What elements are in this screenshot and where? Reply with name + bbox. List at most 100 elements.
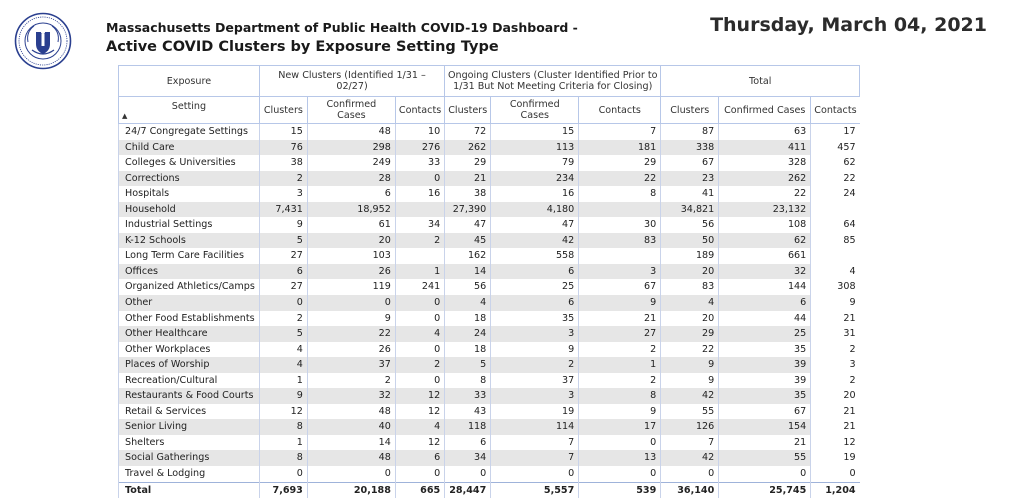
cell-ongoing-clusters: 118	[444, 419, 492, 435]
table-row: Other Food Establishments 2 9 0 18 35 21 20 44 21	[118, 310, 860, 327]
cell-total-contacts: 17	[843, 126, 856, 137]
cell-total-contacts: 9	[849, 297, 856, 309]
setting-cell: Recreation/Cultural	[118, 372, 260, 389]
column-header-total-clusters[interactable]: Clusters	[660, 96, 720, 124]
header-exposure: Exposure	[118, 65, 260, 97]
cell-ongoing-contacts: 7	[578, 123, 662, 140]
cell-ongoing-clusters: 5	[444, 357, 492, 373]
column-header-ongoing-clusters[interactable]: Clusters	[444, 96, 492, 124]
cell-ongoing-contacts: 83	[578, 232, 662, 249]
setting-cell: Other Food Establishments	[118, 310, 260, 327]
cell-new-confirmed-cases: 249	[306, 155, 396, 171]
cell-total-contacts: 3	[849, 359, 856, 371]
column-header-setting[interactable]: Setting ▲	[118, 96, 260, 124]
cell-new-clusters: 12	[258, 403, 308, 420]
column-header-new-clusters[interactable]: Clusters	[258, 96, 308, 124]
cell-total-confirmed-cases: 44	[718, 310, 812, 327]
sort-ascending-icon[interactable]: ▲	[122, 112, 256, 120]
cell-total-confirmed-cases: 262	[718, 170, 812, 187]
table-row: Shelters 1 14 12 6 7 0 7 21 12	[118, 434, 860, 451]
column-header-label: Contacts	[814, 104, 857, 116]
column-header-new-contacts[interactable]: Contacts	[394, 96, 446, 124]
cell-total-confirmed-cases: 22	[718, 186, 812, 202]
cell-total-contacts: 31	[843, 328, 856, 340]
cell-new-contacts: 16	[394, 186, 446, 202]
cell-ongoing-clusters: 27,390	[444, 201, 492, 218]
cell-ongoing-contacts	[578, 248, 662, 264]
cell-ongoing-contacts: 539	[578, 481, 662, 499]
cell-ongoing-confirmed-cases: 7	[490, 434, 580, 451]
setting-cell: Household	[118, 201, 260, 218]
cell-total-contacts	[811, 248, 860, 264]
cell-new-confirmed-cases: 119	[306, 279, 396, 296]
cell-total-contacts: 85	[843, 234, 856, 246]
cell-new-clusters: 27	[258, 248, 308, 264]
cell-ongoing-confirmed-cases: 9	[490, 341, 580, 358]
cell-total-clusters: 20	[660, 263, 720, 280]
cell-ongoing-contacts: 181	[578, 139, 662, 156]
cell-total-contacts: 1,204	[810, 481, 860, 499]
column-header-label: Clusters	[263, 104, 303, 116]
setting-cell: Other Workplaces	[118, 341, 260, 358]
cell-ongoing-confirmed-cases: 234	[490, 170, 580, 187]
header-ongoing-clusters: Ongoing Clusters (Cluster Identified Pri…	[444, 65, 662, 97]
cell-total-confirmed-cases: 55	[718, 450, 812, 467]
cell-new-contacts: 6	[394, 450, 446, 467]
setting-cell: Organized Athletics/Camps	[118, 279, 260, 296]
setting-cell: Places of Worship	[118, 357, 260, 373]
cell-new-clusters: 27	[258, 279, 308, 296]
cell-new-confirmed-cases: 28	[306, 170, 396, 187]
setting-cell: Offices	[118, 263, 260, 280]
cell-ongoing-confirmed-cases: 42	[490, 232, 580, 249]
cell-total-clusters: 29	[660, 326, 720, 342]
dashboard-title: Massachusetts Department of Public Healt…	[106, 20, 578, 35]
setting-cell: Senior Living	[118, 419, 260, 435]
cell-ongoing-contacts: 9	[578, 403, 662, 420]
cell-new-confirmed-cases: 9	[306, 310, 396, 327]
column-header-total-contacts[interactable]: Contacts	[810, 96, 860, 124]
cell-total-confirmed-cases: 25,745	[718, 481, 812, 499]
cell-total-contacts: 12	[843, 436, 856, 448]
cell-ongoing-confirmed-cases: 19	[490, 403, 580, 420]
setting-cell: Other Healthcare	[118, 326, 260, 342]
setting-cell: Shelters	[118, 434, 260, 451]
cell-total-confirmed-cases: 21	[718, 434, 812, 451]
table-row: Long Term Care Facilities 27 103 162 558 189 6…	[118, 248, 860, 264]
cell-ongoing-confirmed-cases: 3	[490, 388, 580, 404]
cell-ongoing-contacts: 2	[578, 341, 662, 358]
cell-total-contacts: 22	[843, 172, 856, 184]
column-header-label: Contacts	[398, 104, 442, 116]
table-row: K-12 Schools 5 20 2 45 42 83 50 62 85	[118, 232, 860, 249]
table-row: Restaurants & Food Courts 9 32 12 33 3 8 42 35 20	[118, 388, 860, 404]
header-new-clusters: New Clusters (Identified 1/31 – 02/27)	[258, 65, 446, 97]
cell-ongoing-confirmed-cases: 113	[490, 139, 580, 156]
cell-new-contacts: 0	[394, 372, 446, 389]
column-header-new-confirmed-cases[interactable]: Confirmed Cases	[306, 96, 396, 124]
cell-new-contacts: 0	[394, 466, 446, 483]
cell-total-contacts: 457	[837, 141, 856, 153]
cell-new-confirmed-cases: 20	[306, 232, 396, 249]
cell-new-clusters: 3	[258, 186, 308, 202]
cell-total-clusters: 67	[660, 155, 720, 171]
column-header-total-confirmed-cases[interactable]: Confirmed Cases	[718, 96, 812, 124]
cell-new-clusters: 5	[258, 232, 308, 249]
dashboard-subtitle: Active COVID Clusters by Exposure Settin…	[106, 39, 499, 55]
cell-ongoing-confirmed-cases: 15	[490, 123, 580, 140]
cell-new-contacts: 12	[394, 388, 446, 404]
cell-total-clusters: 50	[660, 232, 720, 249]
cell-ongoing-confirmed-cases: 25	[490, 279, 580, 296]
table-row: Corrections 2 28 0 21 234 22 23 262 22	[118, 170, 860, 187]
column-header-ongoing-confirmed-cases[interactable]: Confirmed Cases	[490, 96, 580, 124]
table-row: Recreation/Cultural 1 2 0 8 37 2 9 39 2	[118, 372, 860, 389]
table-row: Child Care 76 298 276 262 113 181 338 411 457	[118, 139, 860, 156]
cell-total-contacts: 308	[837, 281, 856, 293]
cell-total-clusters: 34,821	[660, 201, 720, 218]
cell-total-contacts: 21	[843, 405, 856, 417]
cell-total-contacts: 20	[843, 390, 856, 402]
column-header-ongoing-contacts[interactable]: Contacts	[578, 96, 662, 124]
cell-total-confirmed-cases: 39	[718, 357, 812, 373]
cell-total-confirmed-cases: 23,132	[718, 201, 812, 218]
cell-total-confirmed-cases: 144	[718, 279, 812, 296]
cell-ongoing-confirmed-cases: 2	[490, 357, 580, 373]
column-header-label: Setting	[171, 100, 207, 112]
